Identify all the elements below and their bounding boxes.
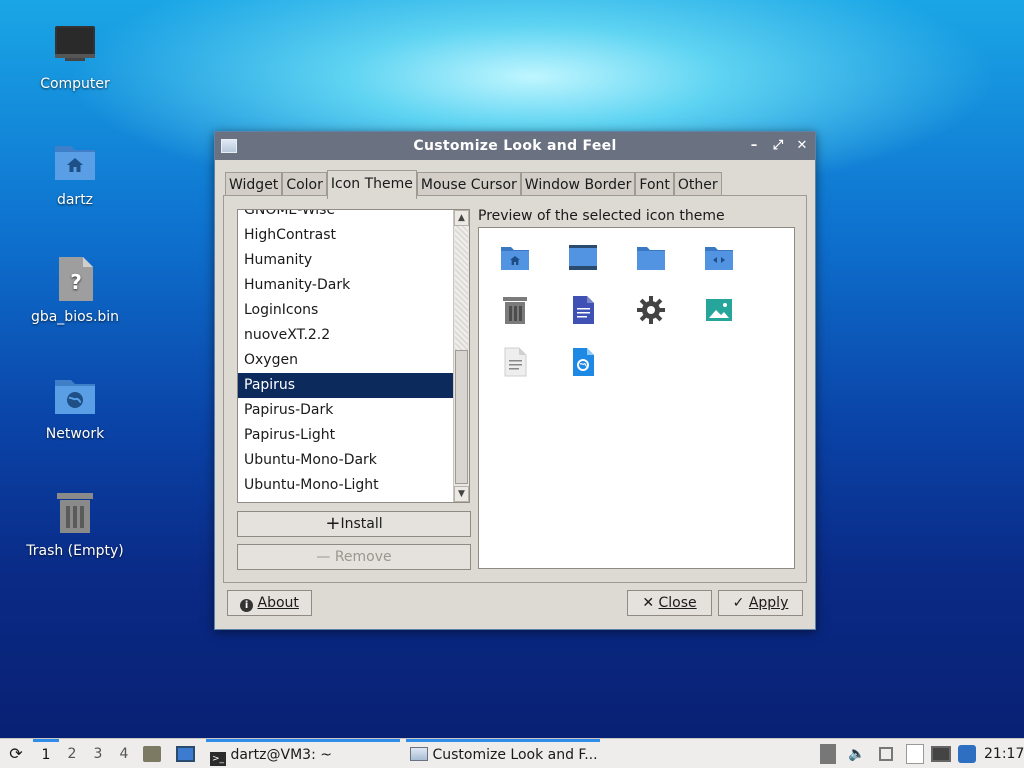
- text-file-icon: [499, 346, 531, 378]
- home-folder-icon: [499, 242, 531, 274]
- network-folder-icon: [51, 372, 99, 420]
- desktop-icon-label: dartz: [56, 192, 94, 208]
- settings-gear-icon: [635, 294, 667, 326]
- icon-theme-list[interactable]: GNOME-Wise HighContrast Humanity Humanit…: [237, 209, 470, 503]
- desktop-icon-label: Trash (Empty): [26, 543, 124, 559]
- window-titlebar[interactable]: Customize Look and Feel – ⤢ ✕: [215, 132, 815, 160]
- workspace-3[interactable]: 3: [85, 739, 111, 768]
- icon-preview-area: [478, 227, 795, 569]
- close-button[interactable]: ✕ Close: [627, 590, 712, 616]
- list-item[interactable]: Oxygen: [238, 348, 454, 373]
- desktop-icon: [567, 242, 599, 274]
- list-item[interactable]: Humanity-Dark: [238, 273, 454, 298]
- minus-icon: —: [316, 549, 331, 565]
- computer-icon: [51, 22, 99, 70]
- home-folder-icon: [51, 138, 99, 186]
- workspace-2[interactable]: 2: [59, 739, 85, 768]
- list-item[interactable]: Papirus-Light: [238, 423, 454, 448]
- list-item[interactable]: Ubuntu-Mono-Dark: [238, 448, 454, 473]
- web-file-icon: [567, 346, 599, 378]
- notes-icon[interactable]: [906, 744, 924, 764]
- list-item[interactable]: Ubuntu-Mono-Light: [238, 473, 454, 498]
- notification-icon[interactable]: [958, 745, 976, 763]
- desktop-icon-label: Network: [45, 426, 105, 442]
- list-item[interactable]: HighContrast: [238, 223, 454, 248]
- eject-icon[interactable]: [820, 744, 836, 764]
- folder-icon: [635, 242, 667, 274]
- tab-icon-theme[interactable]: Icon Theme: [326, 170, 417, 199]
- install-button[interactable]: +Install: [237, 511, 471, 537]
- desktop-icon-trash[interactable]: Trash (Empty): [20, 489, 130, 559]
- info-icon: i: [240, 599, 254, 612]
- desktop-icon-label: Computer: [40, 76, 110, 92]
- document-icon: [567, 294, 599, 326]
- desktop-icon-file[interactable]: ? gba_bios.bin: [20, 255, 130, 325]
- list-item[interactable]: Humanity: [238, 248, 454, 273]
- maximize-icon[interactable]: ⤢: [771, 138, 785, 153]
- desktop-icon-label: gba_bios.bin: [30, 309, 120, 325]
- list-item[interactable]: LoginIcons: [238, 298, 454, 323]
- close-icon[interactable]: ✕: [795, 138, 809, 153]
- file-manager-icon[interactable]: [143, 746, 161, 762]
- desktop-icon-computer[interactable]: Computer: [20, 22, 130, 92]
- taskbar: ⟳ 1 2 3 4 >_ dartz@VM3: ~ Customize Look…: [0, 738, 1024, 768]
- list-item[interactable]: Papirus-Dark: [238, 398, 454, 423]
- unknown-file-icon: ?: [51, 255, 99, 303]
- clipboard-icon[interactable]: [879, 747, 893, 761]
- about-button[interactable]: i About: [227, 590, 312, 616]
- desktop-icon-network[interactable]: Network: [20, 372, 130, 442]
- minimize-icon[interactable]: –: [747, 138, 761, 153]
- workspace-1[interactable]: 1: [33, 739, 59, 768]
- window-icon: [410, 747, 428, 761]
- window-title: Customize Look and Feel: [413, 138, 617, 154]
- clock[interactable]: 21:17: [984, 739, 1024, 768]
- trash-icon: [499, 294, 531, 326]
- show-desktop-icon[interactable]: [176, 746, 195, 762]
- desktop-icon-home[interactable]: dartz: [20, 138, 130, 208]
- workspace-4[interactable]: 4: [111, 739, 137, 768]
- volume-icon[interactable]: 🔈: [848, 739, 865, 768]
- apply-button[interactable]: ✓ Apply: [718, 590, 803, 616]
- checkmark-icon: ✓: [732, 595, 745, 611]
- scroll-down-icon[interactable]: ▼: [454, 486, 469, 502]
- task-terminal[interactable]: >_ dartz@VM3: ~: [206, 739, 400, 768]
- list-item-selected[interactable]: Papirus: [238, 373, 454, 398]
- start-menu-icon[interactable]: ⟳: [4, 739, 28, 768]
- svg-text:?: ?: [70, 270, 82, 294]
- list-item[interactable]: GNOME-Wise: [238, 210, 454, 223]
- plus-icon: +: [325, 513, 341, 534]
- terminal-icon: >_: [210, 752, 226, 766]
- scroll-up-icon[interactable]: ▲: [454, 210, 469, 226]
- trash-icon: [51, 489, 99, 537]
- remote-folder-icon: [703, 242, 735, 274]
- preview-label: Preview of the selected icon theme: [478, 208, 725, 224]
- list-scrollbar[interactable]: ▲ ▼: [453, 210, 469, 502]
- scrollbar-thumb[interactable]: [455, 350, 468, 484]
- remove-button[interactable]: — Remove: [237, 544, 471, 570]
- icon-theme-pane: GNOME-Wise HighContrast Humanity Humanit…: [223, 195, 807, 583]
- task-customize-window[interactable]: Customize Look and F...: [406, 739, 600, 768]
- image-icon: [703, 294, 735, 326]
- close-x-icon: ✕: [642, 595, 655, 611]
- customize-look-and-feel-window: Customize Look and Feel – ⤢ ✕ Widget Col…: [214, 131, 816, 630]
- network-status-icon[interactable]: [931, 746, 951, 762]
- list-item[interactable]: nuoveXT.2.2: [238, 323, 454, 348]
